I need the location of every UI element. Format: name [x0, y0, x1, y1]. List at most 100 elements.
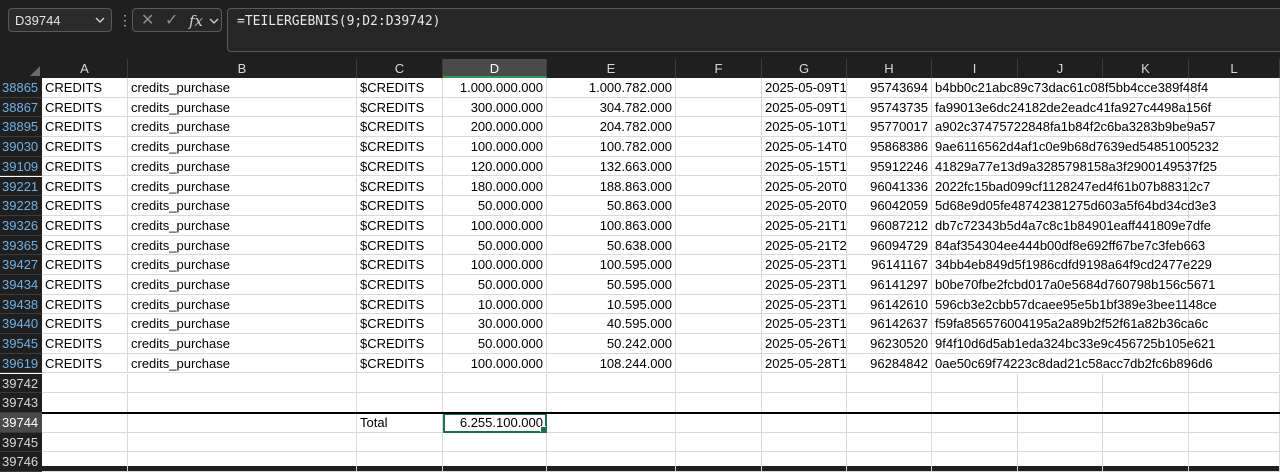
cell-d[interactable]: 100.000.000 — [443, 137, 547, 157]
cell-f[interactable] — [676, 275, 762, 295]
cell-d[interactable]: 30.000.000 — [443, 314, 547, 335]
cell-i[interactable] — [932, 452, 1018, 472]
cell-i[interactable]: fa99013e6dc24182de2eadc41fa927c4498a156f — [932, 97, 1211, 118]
cell-i[interactable]: 84af354304ee444b00df8e692ff67be7c3feb663 — [932, 235, 1205, 256]
cell-h[interactable]: 96284842 — [847, 353, 932, 374]
cell-j[interactable] — [1018, 393, 1103, 413]
cell-a[interactable]: CREDITS — [42, 78, 128, 98]
cell-c[interactable]: $CREDITS — [357, 97, 443, 118]
cell-e[interactable]: 50.242.000 — [547, 334, 676, 354]
cell-d[interactable]: 120.000.000 — [443, 156, 547, 177]
cell-e[interactable] — [547, 452, 676, 472]
cell-k[interactable] — [1103, 373, 1189, 394]
cell-h[interactable]: 95770017 — [847, 117, 932, 138]
row-header[interactable]: 39109 — [0, 156, 42, 177]
cell-h[interactable] — [847, 373, 932, 394]
cell-f[interactable] — [676, 215, 762, 236]
cell-g[interactable] — [762, 412, 847, 433]
cell-d[interactable]: 10.000.000 — [443, 294, 547, 315]
cell-l[interactable] — [1189, 235, 1280, 256]
row-header[interactable]: 39438 — [0, 294, 42, 315]
cell-f[interactable] — [676, 373, 762, 394]
fill-handle[interactable] — [540, 425, 546, 432]
cell-l[interactable] — [1189, 353, 1280, 374]
column-header-a[interactable]: A — [42, 59, 128, 78]
cell-i[interactable]: 9f4f10d6d5ab1eda324bc33e9c456725b105e621 — [932, 334, 1216, 354]
cell-f[interactable] — [676, 393, 762, 413]
cell-g[interactable] — [762, 432, 847, 453]
cell-f[interactable] — [676, 235, 762, 256]
cell-e[interactable]: 40.595.000 — [547, 314, 676, 335]
column-header-k[interactable]: K — [1103, 59, 1189, 78]
cell-l[interactable] — [1189, 97, 1280, 118]
cell-d[interactable]: 50.000.000 — [443, 334, 547, 354]
cell-l[interactable] — [1189, 215, 1280, 236]
cell-c[interactable]: $CREDITS — [357, 196, 443, 216]
cell-f[interactable] — [676, 78, 762, 98]
cell-h[interactable] — [847, 412, 932, 433]
more-options-icon[interactable]: ⋮ — [118, 9, 132, 31]
cell-i[interactable]: 34bb4eb849d5f1986cdfd9198a64f9cd2477e229 — [932, 255, 1212, 275]
cell-i[interactable]: db7c72343b5d4a7c8c1b84901eaff441809e7dfe — [932, 215, 1211, 236]
cell-i[interactable]: f59fa856576004195a2a89b2f52f61a82b36ca6c — [932, 314, 1208, 335]
cell-a[interactable]: CREDITS — [42, 275, 128, 295]
cell-h[interactable]: 96142637 — [847, 314, 932, 335]
cell-d[interactable]: 300.000.000 — [443, 97, 547, 118]
cell-i[interactable] — [932, 412, 1018, 433]
cell-h[interactable]: 96141167 — [847, 255, 932, 275]
cell-a[interactable] — [42, 412, 128, 433]
cell-b[interactable] — [128, 412, 357, 433]
cell-e[interactable]: 100.595.000 — [547, 255, 676, 275]
cell-b[interactable]: credits_purchase — [128, 97, 357, 118]
cell-g[interactable]: 2025-05-28T1 — [762, 353, 847, 374]
cell-f[interactable] — [676, 176, 762, 197]
cell-h[interactable] — [847, 432, 932, 453]
cell-e[interactable] — [547, 412, 676, 433]
cell-d[interactable]: 50.000.000 — [443, 275, 547, 295]
cell-g[interactable]: 2025-05-15T1 — [762, 156, 847, 177]
cell-h[interactable]: 95743694 — [847, 78, 932, 98]
cell-a[interactable]: CREDITS — [42, 353, 128, 374]
cell-c[interactable] — [357, 432, 443, 453]
cell-c[interactable] — [357, 373, 443, 394]
cell-b[interactable]: credits_purchase — [128, 117, 357, 138]
cell-c[interactable]: $CREDITS — [357, 334, 443, 354]
cell-g[interactable]: 2025-05-23T1 — [762, 294, 847, 315]
row-header[interactable]: 39545 — [0, 334, 42, 354]
row-header[interactable]: 39030 — [0, 137, 42, 157]
cell-h[interactable]: 95912246 — [847, 156, 932, 177]
row-header[interactable]: 39365 — [0, 235, 42, 256]
row-header[interactable]: 38895 — [0, 117, 42, 138]
cell-f[interactable] — [676, 334, 762, 354]
cell-g[interactable]: 2025-05-20T0 — [762, 196, 847, 216]
cell-b[interactable] — [128, 393, 357, 413]
column-header-j[interactable]: J — [1018, 59, 1103, 78]
cell-i[interactable]: 2022fc15bad099cf1128247ed4f61b07b88312c7 — [932, 176, 1210, 197]
formula-input[interactable]: =TEILERGEBNIS(9;D2:D39742) — [227, 8, 1280, 52]
cell-f[interactable] — [676, 412, 762, 433]
cell-g[interactable] — [762, 393, 847, 413]
cell-g[interactable]: 2025-05-23T1 — [762, 275, 847, 295]
column-header-i[interactable]: I — [932, 59, 1018, 78]
cell-c[interactable]: $CREDITS — [357, 117, 443, 138]
cell-f[interactable] — [676, 294, 762, 315]
row-header[interactable]: 38865 — [0, 78, 42, 98]
cell-b[interactable]: credits_purchase — [128, 314, 357, 335]
row-header[interactable]: 39221 — [0, 176, 42, 197]
cell-a[interactable]: CREDITS — [42, 215, 128, 236]
cell-l[interactable] — [1189, 334, 1280, 354]
cell-e[interactable]: 304.782.000 — [547, 97, 676, 118]
name-box[interactable]: D39744 — [8, 8, 112, 32]
cell-g[interactable]: 2025-05-20T0 — [762, 176, 847, 197]
cell-i[interactable] — [932, 393, 1018, 413]
cell-h[interactable]: 96087212 — [847, 215, 932, 236]
cell-k[interactable] — [1103, 452, 1189, 472]
enter-icon[interactable]: ✓ — [165, 12, 178, 30]
cell-b[interactable]: credits_purchase — [128, 255, 357, 275]
cell-e[interactable]: 204.782.000 — [547, 117, 676, 138]
cell-h[interactable]: 96094729 — [847, 235, 932, 256]
cell-g[interactable]: 2025-05-14T0 — [762, 137, 847, 157]
cell-e[interactable]: 100.782.000 — [547, 137, 676, 157]
cell-h[interactable]: 95743735 — [847, 97, 932, 118]
cell-b[interactable]: credits_purchase — [128, 156, 357, 177]
